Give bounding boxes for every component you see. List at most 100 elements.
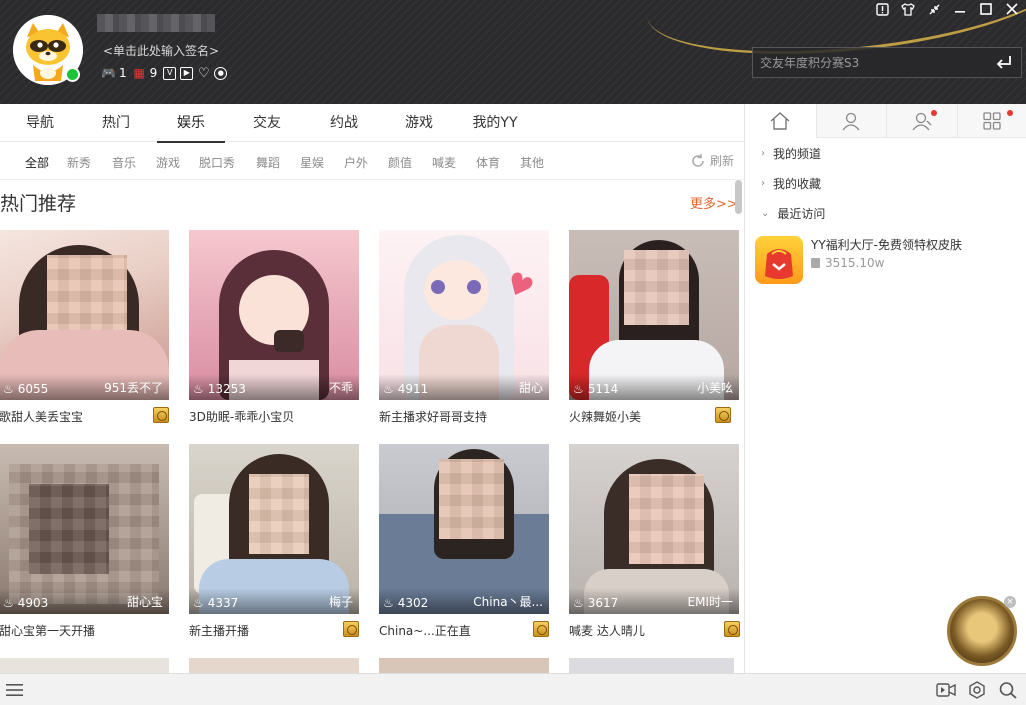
- tree-recent-visits[interactable]: ⌄ 最近访问: [761, 205, 825, 222]
- level-badge-icon: [715, 407, 731, 423]
- live-card[interactable]: ♨ 3617 EMI时一 喊麦 达人晴儿: [569, 444, 740, 644]
- subcat-rookie[interactable]: 新秀: [67, 154, 91, 171]
- settings-icon[interactable]: [967, 681, 987, 699]
- viewer-count: ♨ 3617: [573, 596, 619, 610]
- live-card-partial[interactable]: [0, 658, 169, 673]
- viewer-count: ♨ 4302: [383, 596, 429, 610]
- mini-mode-icon[interactable]: [926, 1, 942, 17]
- chevron-down-icon: ⌄: [761, 208, 770, 219]
- tab-nav[interactable]: 导航: [25, 104, 55, 142]
- gift-count: 9: [149, 66, 158, 80]
- viewer-count: ♨ 5114: [573, 382, 619, 396]
- subcat-outdoor[interactable]: 户外: [344, 154, 368, 171]
- user-badges: 🎮 1 ▦ 9 V ▶ ♡ ●: [101, 66, 228, 80]
- live-card[interactable]: ♥ ♨ 4911 甜心 新主播求好哥哥支持: [379, 230, 549, 430]
- video-record-icon[interactable]: [936, 681, 956, 699]
- subcat-sports[interactable]: 体育: [476, 154, 500, 171]
- subcat-dance[interactable]: 舞蹈: [256, 154, 280, 171]
- fire-icon: ♨: [573, 382, 584, 396]
- viewer-count: ♨ 4903: [3, 596, 49, 610]
- eye-icon[interactable]: ●: [214, 66, 228, 80]
- live-card[interactable]: ♨ 4903 甜心宝 甜心宝第一天开播: [0, 444, 169, 644]
- fire-icon: ♨: [3, 596, 14, 610]
- search-input[interactable]: [753, 48, 989, 77]
- tab-dating[interactable]: 交友: [252, 104, 282, 142]
- gift-bag-icon: [755, 236, 803, 284]
- maximize-icon[interactable]: [978, 1, 994, 17]
- more-link[interactable]: 更多>>: [690, 193, 738, 212]
- notification-dot: [930, 110, 937, 116]
- tab-battle[interactable]: 约战: [329, 104, 359, 142]
- live-card-partial[interactable]: [569, 658, 734, 673]
- live-card[interactable]: ♨ 6055 951丢不了 歌甜人美丢宝宝: [0, 230, 169, 430]
- search-icon[interactable]: [998, 681, 1018, 699]
- card-title: 喊麦 达人晴儿: [569, 624, 645, 638]
- enter-icon[interactable]: [995, 54, 1013, 70]
- card-title: 歌甜人美丢宝宝: [0, 410, 84, 424]
- tab-contacts[interactable]: [815, 104, 887, 138]
- scrollbar-thumb[interactable]: [735, 180, 742, 214]
- card-thumbnail: ♥ ♨ 4911 甜心: [379, 230, 549, 400]
- apps-grid-icon: [983, 112, 1001, 130]
- promo-close-icon[interactable]: ×: [1004, 596, 1016, 608]
- main-menu-icon[interactable]: [6, 683, 23, 697]
- tab-home[interactable]: [745, 104, 816, 138]
- level-badge-icon: [153, 407, 169, 423]
- viewer-count: ♨ 4337: [193, 596, 239, 610]
- tab-friends[interactable]: [886, 104, 957, 138]
- tab-games[interactable]: 游戏: [404, 104, 434, 142]
- viewer-count: ♨ 6055: [3, 382, 49, 396]
- subcat-talkshow[interactable]: 脱口秀: [199, 154, 235, 171]
- notice-icon[interactable]: [874, 1, 890, 17]
- tree-my-channels[interactable]: › 我的频道: [761, 145, 821, 162]
- subcat-all[interactable]: 全部: [25, 154, 49, 171]
- person-icon: [842, 112, 860, 131]
- subcat-shout-mic[interactable]: 喊麦: [432, 154, 456, 171]
- live-card[interactable]: ♨ 4337 梅子 新主播开播: [189, 444, 359, 644]
- live-card[interactable]: ♨ 5114 小美吆 火辣舞姬小美: [569, 230, 739, 430]
- bottom-toolbar: [0, 673, 1026, 705]
- anchor-name: 951丢不了: [104, 381, 163, 395]
- online-status-dot: [65, 67, 80, 82]
- tab-my-yy[interactable]: 我的YY: [472, 104, 518, 142]
- tab-entertainment[interactable]: 娱乐: [157, 104, 225, 143]
- live-card-partial[interactable]: [379, 658, 549, 673]
- signature-input[interactable]: <单击此处输入签名>: [103, 42, 219, 59]
- recent-channel-item[interactable]: YY福利大厅-免费领特权皮肤 3515.10w: [755, 236, 1015, 286]
- gamepad-icon[interactable]: 🎮: [101, 67, 116, 80]
- username-redacted: [97, 14, 215, 32]
- minimize-icon[interactable]: [952, 1, 968, 17]
- card-thumbnail: ♨ 6055 951丢不了: [0, 230, 169, 400]
- home-icon: [770, 112, 790, 130]
- refresh-button[interactable]: 刷新: [690, 152, 734, 169]
- scrollbar[interactable]: [733, 180, 744, 673]
- skin-shirt-icon[interactable]: [900, 1, 916, 17]
- subcat-music[interactable]: 音乐: [112, 154, 136, 171]
- card-thumbnail: ♨ 4337 梅子: [189, 444, 359, 614]
- card-thumbnail: ♨ 4302 China丶最...: [379, 444, 549, 614]
- close-icon[interactable]: [1004, 1, 1020, 17]
- live-card-partial[interactable]: [189, 658, 359, 673]
- notification-dot: [1007, 110, 1013, 116]
- anchor-name: 甜心宝: [126, 595, 163, 609]
- subcat-games[interactable]: 游戏: [156, 154, 180, 171]
- refresh-icon: [692, 153, 704, 167]
- tab-hot[interactable]: 热门: [101, 104, 131, 142]
- gift-icon[interactable]: ▦: [133, 67, 146, 80]
- v-badge-icon[interactable]: V: [163, 66, 177, 80]
- viewer-count: ♨ 4911: [383, 382, 429, 396]
- fire-icon: ♨: [383, 382, 394, 396]
- level-badge-icon: [533, 621, 549, 637]
- bottom-tools: [936, 681, 1018, 699]
- subcat-other[interactable]: 其他: [520, 154, 544, 171]
- heart-icon[interactable]: ♡: [197, 67, 210, 80]
- card-title: 新主播开播: [189, 624, 250, 638]
- tab-apps[interactable]: [956, 104, 1026, 138]
- play-icon[interactable]: ▶: [180, 66, 194, 80]
- subcat-star[interactable]: 星娱: [300, 154, 324, 171]
- tree-my-favorites[interactable]: › 我的收藏: [761, 175, 821, 192]
- profile-header: <单击此处输入签名> 🎮 1 ▦ 9 V ▶ ♡ ●: [0, 0, 1026, 104]
- live-card[interactable]: ♨ 4302 China丶最... China~...正在直: [379, 444, 549, 644]
- subcat-looks[interactable]: 颜值: [388, 154, 412, 171]
- live-card[interactable]: ♨ 13253 不乖 3D助眠-乖乖小宝贝: [189, 230, 359, 430]
